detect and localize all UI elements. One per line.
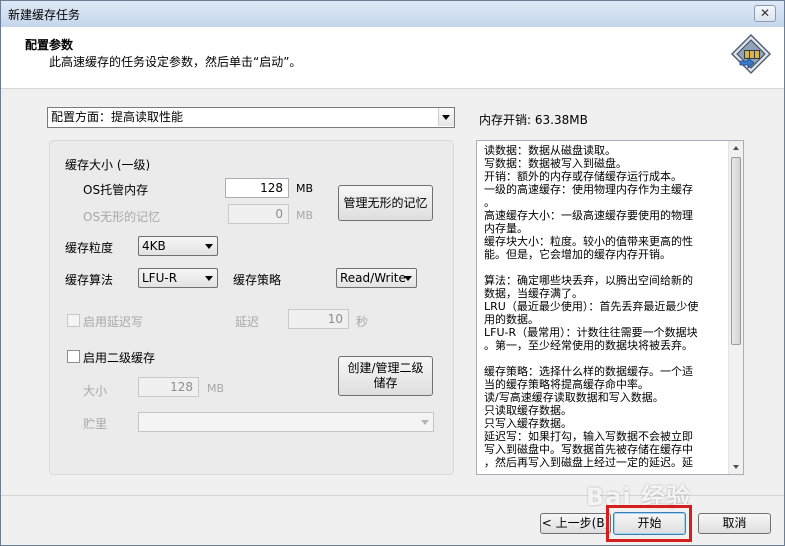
l2-size-label: 大小 bbox=[83, 384, 108, 398]
cache-strategy-value: Read/Write bbox=[340, 271, 406, 285]
help-text-line: 算法：确定哪些块丢弃，以腾出空间给新的 bbox=[484, 274, 693, 287]
close-button[interactable]: ✕ bbox=[754, 5, 776, 22]
help-text-line: 只写入缓存数据。 bbox=[484, 417, 572, 430]
help-text-line: 当的缓存策略将提高缓存命中率。 bbox=[484, 378, 649, 391]
disk-cache-logo-icon bbox=[730, 33, 772, 75]
help-text-line: 开销：额外的内存或存储缓存运行成本。 bbox=[484, 170, 682, 183]
help-scrollbar[interactable] bbox=[728, 141, 743, 474]
help-text-line: 缓存策略：选择什么样的数据缓存。一个适 bbox=[484, 365, 693, 378]
create-manage-l2-button[interactable]: 创建/管理二级储存 bbox=[338, 356, 433, 396]
cache-algorithm-label: 缓存算法 bbox=[65, 273, 114, 287]
cache-strategy-select[interactable]: Read/Write bbox=[336, 268, 417, 288]
config-aspect-select[interactable]: 配置方面：提高读取性能 bbox=[47, 107, 455, 128]
help-text-line: 读/写高速缓存读取数据和写入数据。 bbox=[484, 391, 664, 404]
window-title: 新建缓存任务 bbox=[8, 8, 81, 22]
l2-cache-label: 启用二级缓存 bbox=[83, 351, 156, 365]
help-text-line: 延迟写：如果打勾，输入写数据不会被立即 bbox=[484, 430, 693, 443]
close-icon: ✕ bbox=[759, 6, 771, 20]
cache-settings-panel: 缓存大小 (一级) OS托管内存 128 MB OS无形的记忆 0 MB 管理无… bbox=[49, 140, 454, 475]
cache-granularity-value: 4KB bbox=[142, 239, 166, 253]
delay-label: 延迟 bbox=[235, 315, 260, 329]
start-button-highlight bbox=[606, 505, 692, 542]
help-text-line: 。 bbox=[484, 196, 495, 209]
help-text-line: 高速缓存大小：一级高速缓存要使用的物理 bbox=[484, 209, 693, 222]
cache-algorithm-value: LFU-R bbox=[142, 271, 178, 285]
l2-cache-checkbox[interactable] bbox=[67, 350, 80, 363]
help-text-line: 读数据：数据从磁盘读取。 bbox=[484, 144, 616, 157]
cache-algorithm-select[interactable]: LFU-R bbox=[138, 268, 218, 288]
chevron-down-icon bbox=[421, 420, 429, 425]
help-text-line: 能。但是，它会增加的缓存内存开销。 bbox=[484, 248, 671, 261]
chevron-down-icon bbox=[205, 244, 213, 249]
help-text-line: 缓存块大小：粒度。较小的值带来更高的性 bbox=[484, 235, 693, 248]
os-invisible-memory-unit: MB bbox=[296, 209, 314, 222]
help-text-box[interactable]: 读数据：数据从磁盘读取。 写数据：数据被写入到磁盘。 开销：额外的内存或存储缓存运行… bbox=[476, 140, 744, 475]
chevron-down-icon bbox=[404, 276, 412, 281]
help-text-line: 数据，当缓存满了。 bbox=[484, 287, 583, 300]
os-invisible-memory-label: OS无形的记忆 bbox=[83, 210, 161, 224]
help-text-line: ，然后再写入到磁盘上经过一定的延迟。延 bbox=[484, 456, 693, 469]
back-button[interactable]: < 上一步(B) bbox=[540, 513, 611, 534]
help-text: 读数据：数据从磁盘读取。 写数据：数据被写入到磁盘。 开销：额外的内存或存储缓存运行… bbox=[484, 144, 724, 469]
chevron-down-icon bbox=[442, 115, 450, 120]
help-text-line: 内存量。 bbox=[484, 222, 528, 235]
delay-input: 10 bbox=[288, 309, 349, 329]
help-text-line: 。第一，至少经常使用的数据块将被丢弃。 bbox=[484, 339, 693, 352]
deferred-write-checkbox[interactable] bbox=[67, 314, 80, 327]
help-text-line: 一级的高速缓存：使用物理内存作为主缓存 bbox=[484, 183, 693, 196]
help-text-line bbox=[484, 261, 724, 274]
deferred-write-label: 启用延迟写 bbox=[83, 315, 144, 329]
header-subtitle: 此高速缓存的任务设定参数，然后单击“启动”。 bbox=[49, 55, 302, 69]
header-title: 配置参数 bbox=[25, 38, 74, 52]
help-text-line: LFU-R（最常用）：计数往往需要一个数据块 bbox=[484, 326, 698, 339]
l2-storage-label: 贮里 bbox=[83, 417, 108, 431]
l2-size-unit: MB bbox=[207, 382, 225, 395]
l2-storage-select bbox=[138, 412, 434, 432]
new-cache-task-dialog: 新建缓存任务 ✕ 配置参数 此高速缓存的任务设定参数，然后单击“启动”。 配置方… bbox=[0, 0, 785, 546]
help-text-line bbox=[484, 352, 724, 365]
os-managed-memory-label: OS托管内存 bbox=[83, 183, 149, 197]
cache-size-section-label: 缓存大小 (一级) bbox=[65, 158, 151, 172]
wizard-header: 配置参数 此高速缓存的任务设定参数，然后单击“启动”。 bbox=[1, 27, 784, 89]
title-bar: 新建缓存任务 ✕ bbox=[1, 1, 784, 27]
dropdown-button[interactable] bbox=[438, 108, 454, 126]
scroll-down-icon[interactable] bbox=[729, 459, 743, 474]
delay-unit: 秒 bbox=[356, 315, 369, 329]
config-aspect-value: 配置方面：提高读取性能 bbox=[51, 110, 184, 124]
memory-overhead-label: 内存开销: 63.38MB bbox=[479, 113, 588, 127]
chevron-down-icon bbox=[205, 276, 213, 281]
help-text-line: 写数据：数据被写入到磁盘。 bbox=[484, 157, 627, 170]
os-managed-memory-unit: MB bbox=[296, 182, 314, 195]
os-invisible-memory-input: 0 bbox=[228, 204, 289, 224]
help-text-line: 写入到磁盘中。写数据首先被存储在缓存中 bbox=[484, 443, 693, 456]
os-managed-memory-input[interactable]: 128 bbox=[225, 178, 289, 198]
help-text-line: LRU（最近最少使用）：首先丢弃最近最少使 bbox=[484, 300, 699, 313]
scroll-thumb[interactable] bbox=[731, 157, 741, 345]
help-text-line: 用的数据。 bbox=[484, 313, 539, 326]
l2-size-input: 128 bbox=[138, 377, 199, 397]
cancel-button[interactable]: 取消 bbox=[698, 513, 771, 534]
help-text-line: 只读取缓存数据。 bbox=[484, 404, 572, 417]
cache-granularity-label: 缓存粒度 bbox=[65, 241, 114, 255]
cache-granularity-select[interactable]: 4KB bbox=[138, 236, 218, 256]
scroll-up-icon[interactable] bbox=[729, 141, 743, 156]
cache-strategy-label: 缓存策略 bbox=[233, 273, 282, 287]
manage-invisible-memory-button[interactable]: 管理无形的记忆 bbox=[338, 185, 433, 221]
